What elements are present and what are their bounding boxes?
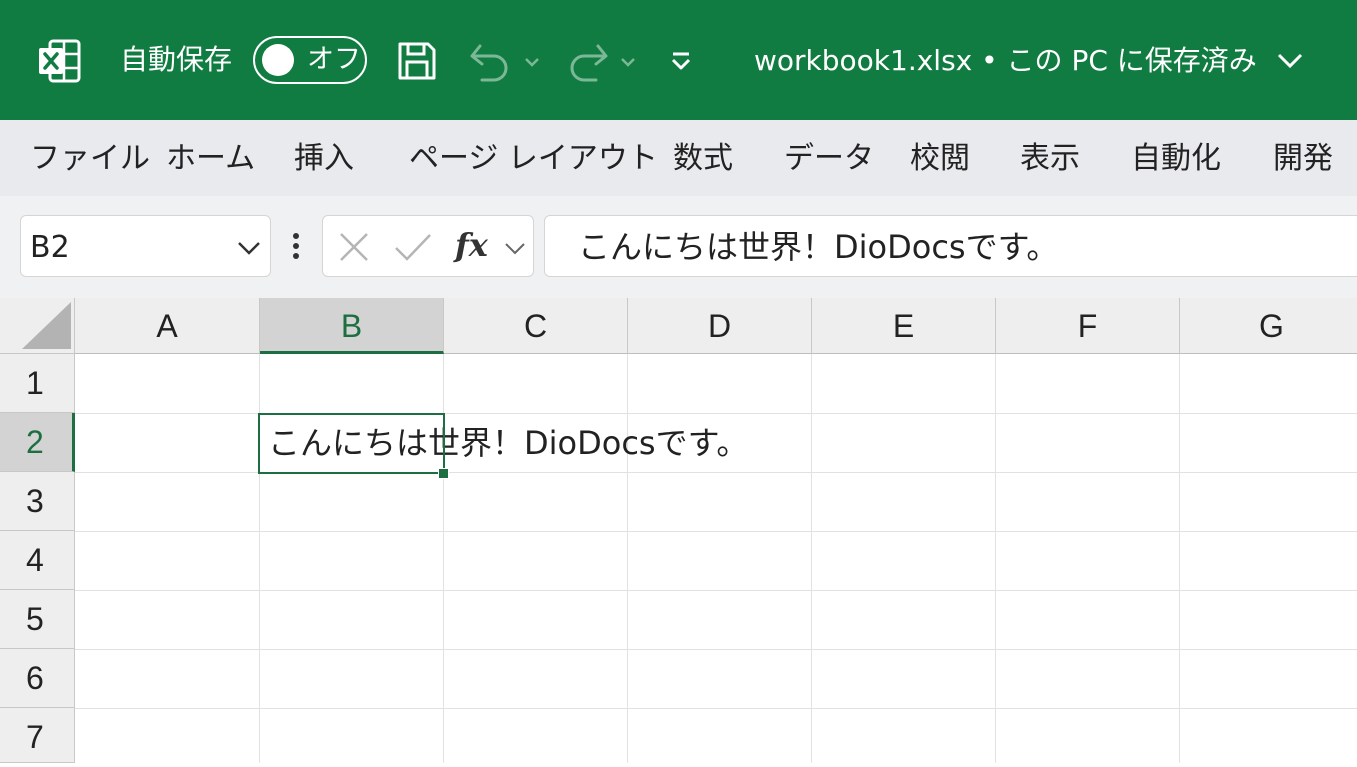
- row-header-6[interactable]: 6: [0, 649, 75, 708]
- formula-actions: fx: [322, 215, 534, 277]
- save-icon[interactable]: [396, 40, 438, 82]
- workbook-title[interactable]: workbook1.xlsx • この PC に保存済み: [754, 40, 1257, 82]
- tab-formulas[interactable]: 数式: [673, 138, 733, 180]
- gridline: [75, 708, 1357, 709]
- column-header-g[interactable]: G: [1180, 298, 1357, 354]
- tab-view[interactable]: 表示: [1020, 138, 1080, 180]
- active-cell-border[interactable]: [258, 413, 445, 474]
- autosave-label: 自動保存: [120, 43, 233, 76]
- column-header-b[interactable]: B: [260, 298, 444, 354]
- gridline: [75, 649, 1357, 650]
- chevron-down-icon[interactable]: [1275, 46, 1305, 76]
- title-bar: 自動保存 オフ workbook1.xlsx • この PC に保存済み: [0, 0, 1357, 120]
- customize-quick-access-icon[interactable]: [666, 46, 696, 76]
- name-box-value: B2: [30, 230, 70, 265]
- more-options-icon[interactable]: [288, 230, 304, 266]
- name-box[interactable]: B2: [20, 215, 271, 277]
- row-header-2[interactable]: 2: [0, 413, 75, 472]
- undo-icon[interactable]: [468, 40, 514, 84]
- tab-automate[interactable]: 自動化: [1131, 138, 1221, 180]
- formula-text: こんにちは世界！DioDocsです。: [578, 228, 1059, 266]
- tab-review[interactable]: 校閲: [910, 138, 970, 180]
- ribbon-tabs: ファイル ホーム 挿入 ページ レイアウト 数式 データ 校閲 表示 自動化 開…: [0, 120, 1357, 196]
- cancel-icon[interactable]: [337, 230, 371, 264]
- row-header-4[interactable]: 4: [0, 531, 75, 590]
- tab-developer[interactable]: 開発: [1273, 138, 1333, 180]
- gridline: [1179, 354, 1180, 763]
- gridline: [75, 590, 1357, 591]
- column-header-a[interactable]: A: [75, 298, 260, 354]
- column-header-f[interactable]: F: [996, 298, 1180, 354]
- select-all-button[interactable]: [0, 298, 75, 354]
- row-header-7[interactable]: 7: [0, 708, 75, 763]
- gridline: [995, 354, 996, 763]
- tab-home[interactable]: ホーム: [166, 138, 255, 180]
- insert-function-icon[interactable]: fx: [455, 222, 488, 268]
- chevron-down-icon[interactable]: [235, 234, 263, 262]
- fill-handle[interactable]: [438, 468, 449, 479]
- formula-bar: B2 fx こんにちは世界！DioDocsです。: [0, 196, 1357, 298]
- tab-data[interactable]: データ: [784, 138, 874, 180]
- gridline: [811, 354, 812, 763]
- enter-check-icon[interactable]: [393, 230, 433, 264]
- gridline: [75, 531, 1357, 532]
- column-header-c[interactable]: C: [444, 298, 628, 354]
- redo-dropdown-icon[interactable]: [618, 52, 638, 72]
- column-header-e[interactable]: E: [812, 298, 996, 354]
- gridline: [627, 354, 628, 763]
- tab-file[interactable]: ファイル: [30, 138, 150, 180]
- toggle-knob: [262, 44, 294, 76]
- autosave-toggle[interactable]: オフ: [253, 36, 367, 84]
- row-header-1[interactable]: 1: [0, 354, 75, 413]
- tab-page-layout[interactable]: ページ レイアウト: [409, 138, 658, 180]
- row-header-3[interactable]: 3: [0, 472, 75, 531]
- formula-input[interactable]: こんにちは世界！DioDocsです。: [544, 215, 1357, 277]
- undo-dropdown-icon[interactable]: [522, 52, 542, 72]
- spreadsheet-grid: A B C D E F G 1 2 3 4 5 6 7 こんにちは世界！DioD…: [0, 298, 1357, 763]
- toggle-state-label: オフ: [307, 44, 361, 75]
- redo-icon[interactable]: [564, 40, 610, 84]
- excel-logo-icon[interactable]: [36, 38, 82, 84]
- chevron-down-icon[interactable]: [503, 236, 527, 260]
- column-header-d[interactable]: D: [628, 298, 812, 354]
- row-header-5[interactable]: 5: [0, 590, 75, 649]
- tab-insert[interactable]: 挿入: [294, 138, 354, 180]
